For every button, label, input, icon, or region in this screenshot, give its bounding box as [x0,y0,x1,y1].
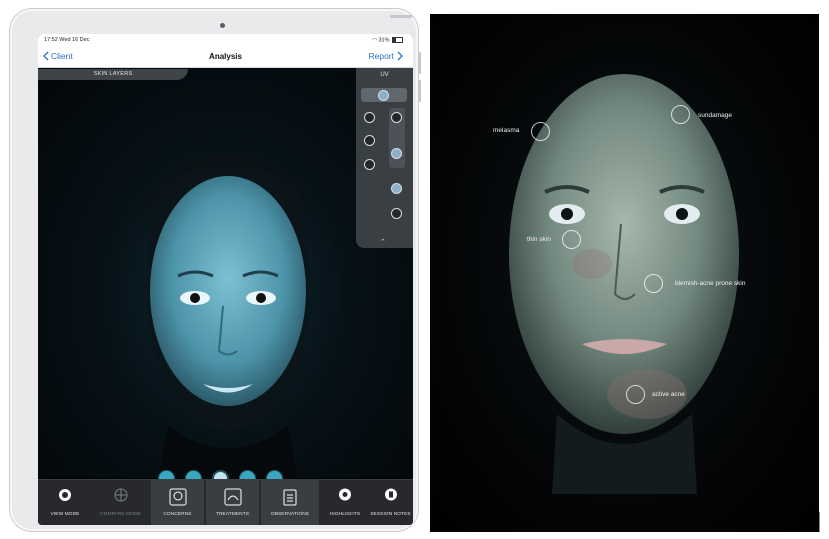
uv-layer-stripes-icon[interactable] [391,112,402,123]
ipad-volume-up-button [418,52,421,74]
treatments-icon [224,488,241,506]
navigation-bar: Client Analysis Report [38,47,413,68]
app-screen: 17:52 Wed 16 Dec ◠ 31% Client Analysis R… [38,34,413,525]
report-button[interactable]: Report [368,51,403,61]
report-label: Report [368,51,394,61]
face-icon [59,489,71,501]
uv-panel-label: UV [380,72,389,78]
battery-icon [392,37,403,43]
highlights-label: HIGHLIGHTS [329,512,361,517]
thin-skin-label: thin skin [527,236,551,243]
battery-percent: 31% [378,37,390,44]
front-camera [220,23,225,28]
observations-label: OBSERVATIONS [270,512,310,517]
uv-layer-gear-icon[interactable] [391,208,402,219]
concerns-label: CONCERNS [163,512,192,517]
sundamage-marker [671,105,690,124]
uv-layer-sun-icon[interactable] [378,90,389,101]
concerns-icon [169,488,186,506]
uv-layer-profile-icon[interactable] [364,112,375,123]
globe-icon [114,488,127,502]
page-title: Analysis [209,52,242,61]
melasma-label: melasma [493,127,520,134]
concerns-button[interactable]: CONCERNS [151,480,204,525]
session-notes-label: SESSION NOTES [370,512,411,517]
skin-layers-tab[interactable]: SKIN LAYERS [38,69,188,80]
thin-skin-marker [562,230,581,249]
uv-layers-panel: UV ⌃ [356,68,413,248]
blemish-acne-label: blemish-acne prone skin [675,280,746,287]
view-mode-button[interactable]: VIEW MODE [40,480,90,525]
bottom-toolbar: VIEW MODE COMPARE MODE CONCERNS TREATMEN… [38,479,413,525]
compare-mode-label: COMPARE MODE [100,512,141,517]
status-bar: 17:52 Wed 16 Dec ◠ 31% [38,34,413,47]
chevron-right-icon [397,51,403,61]
treatments-label: TREATMENTS [215,512,250,517]
uv-layer-burst-icon[interactable] [391,183,402,194]
session-notes-button[interactable]: SESSION NOTES [368,480,413,525]
uv-layer-half-icon[interactable] [364,159,375,170]
sundamage-label: sundamage [698,112,732,119]
compare-mode-button[interactable]: COMPARE MODE [93,480,148,525]
blemish-acne-marker [644,274,663,293]
uv-face-image [147,156,309,481]
highlights-button[interactable]: HIGHLIGHTS [323,480,367,525]
active-acne-label: active acne [652,391,685,398]
status-battery: ◠ 31% [372,37,403,43]
status-time: 17:52 Wed 16 Dec [44,37,90,43]
view-mode-label: VIEW MODE [50,512,80,517]
highlights-icon [339,488,351,501]
uv-layer-grid-icon[interactable] [391,148,402,159]
melasma-marker [531,122,550,141]
uv-layer-dots-icon[interactable] [364,135,375,146]
ipad-top-button [390,15,412,18]
ipad-volume-down-button [418,80,421,102]
clipboard-icon [283,489,297,506]
annotated-uv-photo: melasma sundamage thin skin blemish-acne… [430,14,819,532]
observations-button[interactable]: OBSERVATIONS [261,480,319,525]
collapse-chevron-up-icon[interactable]: ⌃ [380,238,386,246]
treatments-button[interactable]: TREATMENTS [206,480,259,525]
image-edge-divider [819,512,820,532]
ipad-frame: 17:52 Wed 16 Dec ◠ 31% Client Analysis R… [10,9,418,531]
active-acne-marker [626,385,645,404]
notes-icon [384,488,397,501]
